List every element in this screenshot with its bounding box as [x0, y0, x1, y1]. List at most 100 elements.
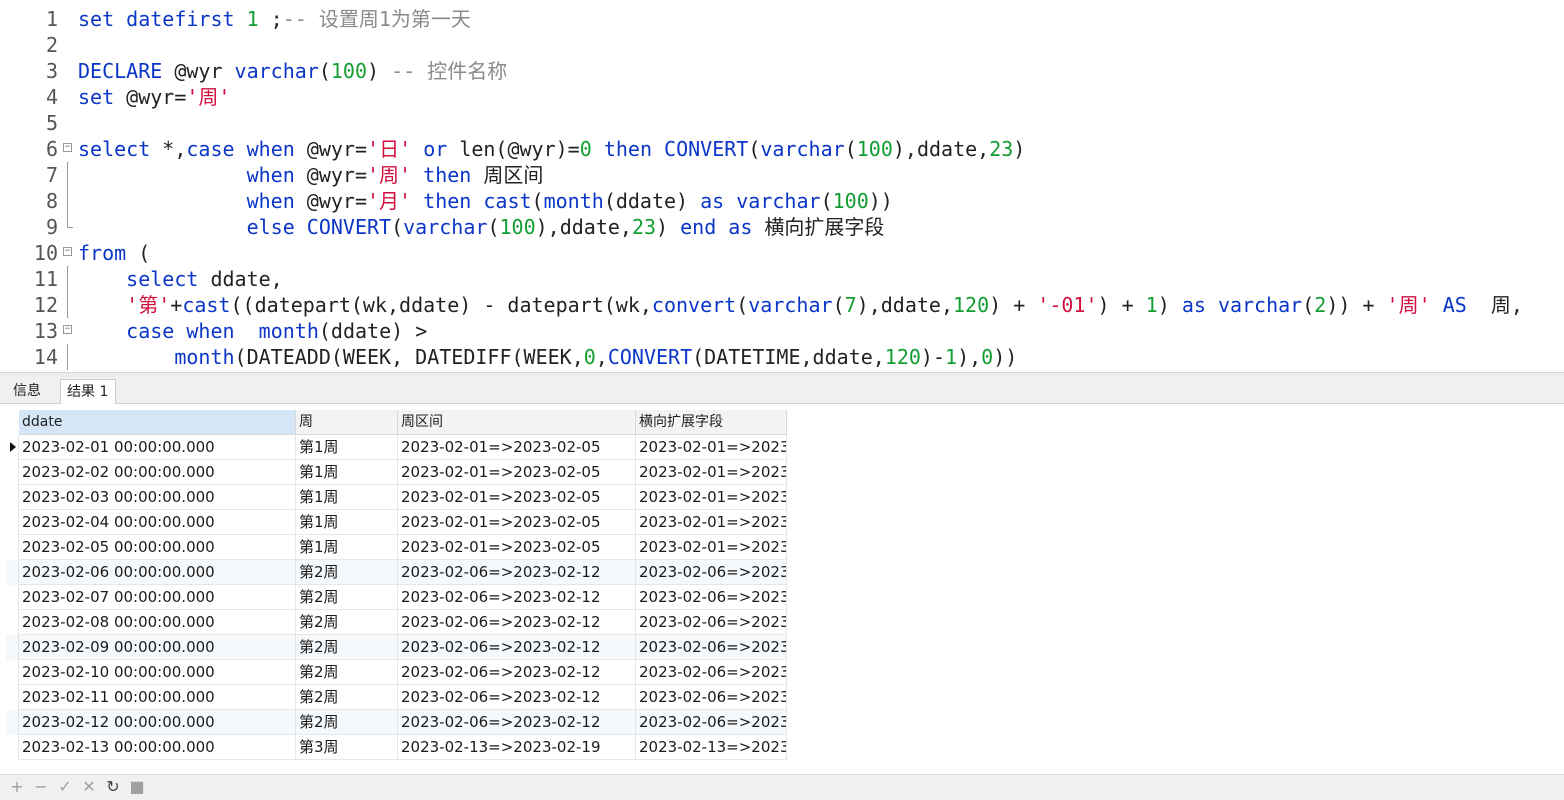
cell-expand-field[interactable]: 2023-02-06=>2023- — [636, 610, 787, 635]
cell-expand-field[interactable]: 2023-02-01=>2023- — [636, 510, 787, 535]
cell-week[interactable]: 第2周 — [296, 635, 398, 660]
cell-week-range[interactable]: 2023-02-06=>2023-02-12 — [398, 585, 636, 610]
code-line[interactable]: 4 set @wyr='周' — [0, 84, 1564, 110]
row-indicator[interactable] — [6, 710, 19, 735]
code-line[interactable]: 7 when @wyr='周' then 周区间 — [0, 162, 1564, 188]
tab-info[interactable]: 信息 — [7, 379, 53, 404]
row-indicator[interactable] — [6, 485, 19, 510]
row-indicator[interactable] — [6, 560, 19, 585]
row-indicator[interactable] — [6, 660, 19, 685]
cell-week-range[interactable]: 2023-02-01=>2023-02-05 — [398, 485, 636, 510]
table-row[interactable]: 2023-02-09 00:00:00.000 第2周 2023-02-06=>20… — [6, 635, 787, 660]
cell-week-range[interactable]: 2023-02-13=>2023-02-19 — [398, 735, 636, 760]
cell-ddate[interactable]: 2023-02-06 00:00:00.000 — [19, 560, 296, 585]
table-row[interactable]: 2023-02-03 00:00:00.000 第1周 2023-02-01=>20… — [6, 485, 787, 510]
cell-week-range[interactable]: 2023-02-01=>2023-02-05 — [398, 535, 636, 560]
row-indicator[interactable] — [6, 610, 19, 635]
cell-ddate[interactable]: 2023-02-04 00:00:00.000 — [19, 510, 296, 535]
cell-week[interactable]: 第2周 — [296, 685, 398, 710]
code-line[interactable]: 10− from ( — [0, 240, 1564, 266]
cell-ddate[interactable]: 2023-02-03 00:00:00.000 — [19, 485, 296, 510]
cell-week-range[interactable]: 2023-02-06=>2023-02-12 — [398, 710, 636, 735]
code-line[interactable]: 8 when @wyr='月' then cast(month(ddate) a… — [0, 188, 1564, 214]
row-indicator[interactable] — [6, 735, 19, 760]
cell-ddate[interactable]: 2023-02-08 00:00:00.000 — [19, 610, 296, 635]
cell-ddate[interactable]: 2023-02-01 00:00:00.000 — [19, 435, 296, 460]
stop-icon[interactable]: ■ — [128, 778, 146, 796]
cell-week-range[interactable]: 2023-02-06=>2023-02-12 — [398, 660, 636, 685]
row-indicator[interactable] — [6, 685, 19, 710]
cell-ddate[interactable]: 2023-02-05 00:00:00.000 — [19, 535, 296, 560]
row-indicator[interactable] — [6, 460, 19, 485]
cell-expand-field[interactable]: 2023-02-06=>2023- — [636, 635, 787, 660]
discard-changes-icon[interactable]: ✕ — [80, 778, 98, 796]
table-row[interactable]: 2023-02-07 00:00:00.000 第2周 2023-02-06=>20… — [6, 585, 787, 610]
code-line[interactable]: 14 month(DATEADD(WEEK, DATEDIFF(WEEK,0,C… — [0, 344, 1564, 370]
row-indicator[interactable] — [6, 635, 19, 660]
cell-ddate[interactable]: 2023-02-11 00:00:00.000 — [19, 685, 296, 710]
column-header-week[interactable]: 周 — [296, 410, 398, 435]
cell-week-range[interactable]: 2023-02-01=>2023-02-05 — [398, 510, 636, 535]
row-indicator[interactable] — [6, 535, 19, 560]
table-row[interactable]: 2023-02-12 00:00:00.000 第2周 2023-02-06=>20… — [6, 710, 787, 735]
code-line[interactable]: 5 — [0, 110, 1564, 136]
cell-expand-field[interactable]: 2023-02-01=>2023- — [636, 485, 787, 510]
table-row[interactable]: 2023-02-13 00:00:00.000 第3周 2023-02-13=>20… — [6, 735, 787, 760]
cell-week[interactable]: 第2周 — [296, 585, 398, 610]
cell-week[interactable]: 第1周 — [296, 510, 398, 535]
cell-ddate[interactable]: 2023-02-12 00:00:00.000 — [19, 710, 296, 735]
apply-changes-icon[interactable]: ✓ — [56, 778, 74, 796]
cell-expand-field[interactable]: 2023-02-06=>2023- — [636, 710, 787, 735]
cell-ddate[interactable]: 2023-02-09 00:00:00.000 — [19, 635, 296, 660]
table-row[interactable]: 2023-02-08 00:00:00.000 第2周 2023-02-06=>20… — [6, 610, 787, 635]
row-indicator[interactable] — [6, 585, 19, 610]
cell-expand-field[interactable]: 2023-02-06=>2023- — [636, 585, 787, 610]
table-row[interactable]: 2023-02-10 00:00:00.000 第2周 2023-02-06=>20… — [6, 660, 787, 685]
cell-week[interactable]: 第1周 — [296, 435, 398, 460]
cell-week-range[interactable]: 2023-02-06=>2023-02-12 — [398, 635, 636, 660]
cell-week[interactable]: 第1周 — [296, 460, 398, 485]
fold-toggle-icon[interactable]: − — [63, 325, 72, 334]
sql-editor[interactable]: 1 set datefirst 1 ;-- 设置周1为第一天 2 3 DECLARE @… — [0, 0, 1564, 372]
cell-expand-field[interactable]: 2023-02-13=>2023- — [636, 735, 787, 760]
cell-week[interactable]: 第2周 — [296, 560, 398, 585]
cell-expand-field[interactable]: 2023-02-01=>2023- — [636, 535, 787, 560]
cell-ddate[interactable]: 2023-02-13 00:00:00.000 — [19, 735, 296, 760]
cell-expand-field[interactable]: 2023-02-01=>2023- — [636, 460, 787, 485]
cell-ddate[interactable]: 2023-02-10 00:00:00.000 — [19, 660, 296, 685]
fold-toggle-icon[interactable]: − — [63, 143, 72, 152]
cell-week-range[interactable]: 2023-02-01=>2023-02-05 — [398, 460, 636, 485]
cell-week-range[interactable]: 2023-02-06=>2023-02-12 — [398, 610, 636, 635]
code-line[interactable]: 11 select ddate, — [0, 266, 1564, 292]
column-header-ddate[interactable]: ddate — [19, 410, 296, 435]
code-line[interactable]: 2 — [0, 32, 1564, 58]
table-row[interactable]: 2023-02-06 00:00:00.000 第2周 2023-02-06=>20… — [6, 560, 787, 585]
row-indicator[interactable] — [6, 435, 19, 460]
table-row[interactable]: 2023-02-04 00:00:00.000 第1周 2023-02-01=>20… — [6, 510, 787, 535]
cell-week[interactable]: 第2周 — [296, 660, 398, 685]
cell-expand-field[interactable]: 2023-02-01=>2023- — [636, 435, 787, 460]
cell-week[interactable]: 第3周 — [296, 735, 398, 760]
cell-week-range[interactable]: 2023-02-01=>2023-02-05 — [398, 435, 636, 460]
table-row[interactable]: 2023-02-01 00:00:00.000 第1周 2023-02-01=>20… — [6, 435, 787, 460]
cell-expand-field[interactable]: 2023-02-06=>2023- — [636, 660, 787, 685]
cell-ddate[interactable]: 2023-02-02 00:00:00.000 — [19, 460, 296, 485]
code-line[interactable]: 6− select *,case when @wyr='日' or len(@wy… — [0, 136, 1564, 162]
table-row[interactable]: 2023-02-05 00:00:00.000 第1周 2023-02-01=>20… — [6, 535, 787, 560]
code-line[interactable]: 12 '第'+cast((datepart(wk,ddate) - datepa… — [0, 292, 1564, 318]
cell-week[interactable]: 第1周 — [296, 485, 398, 510]
cell-week[interactable]: 第2周 — [296, 610, 398, 635]
cell-expand-field[interactable]: 2023-02-06=>2023- — [636, 560, 787, 585]
code-line[interactable]: 3 DECLARE @wyr varchar(100) -- 控件名称 — [0, 58, 1564, 84]
cell-week[interactable]: 第2周 — [296, 710, 398, 735]
delete-record-icon[interactable]: − — [32, 778, 50, 796]
code-line[interactable]: 1 set datefirst 1 ;-- 设置周1为第一天 — [0, 6, 1564, 32]
row-indicator[interactable] — [6, 510, 19, 535]
code-line[interactable]: 13− case when month(ddate) > — [0, 318, 1564, 344]
code-line[interactable]: 9 else CONVERT(varchar(100),ddate,23) en… — [0, 214, 1564, 240]
column-header-expand-field[interactable]: 横向扩展字段 — [636, 410, 787, 435]
table-row[interactable]: 2023-02-11 00:00:00.000 第2周 2023-02-06=>20… — [6, 685, 787, 710]
add-record-icon[interactable]: + — [8, 778, 26, 796]
cell-week[interactable]: 第1周 — [296, 535, 398, 560]
cell-ddate[interactable]: 2023-02-07 00:00:00.000 — [19, 585, 296, 610]
